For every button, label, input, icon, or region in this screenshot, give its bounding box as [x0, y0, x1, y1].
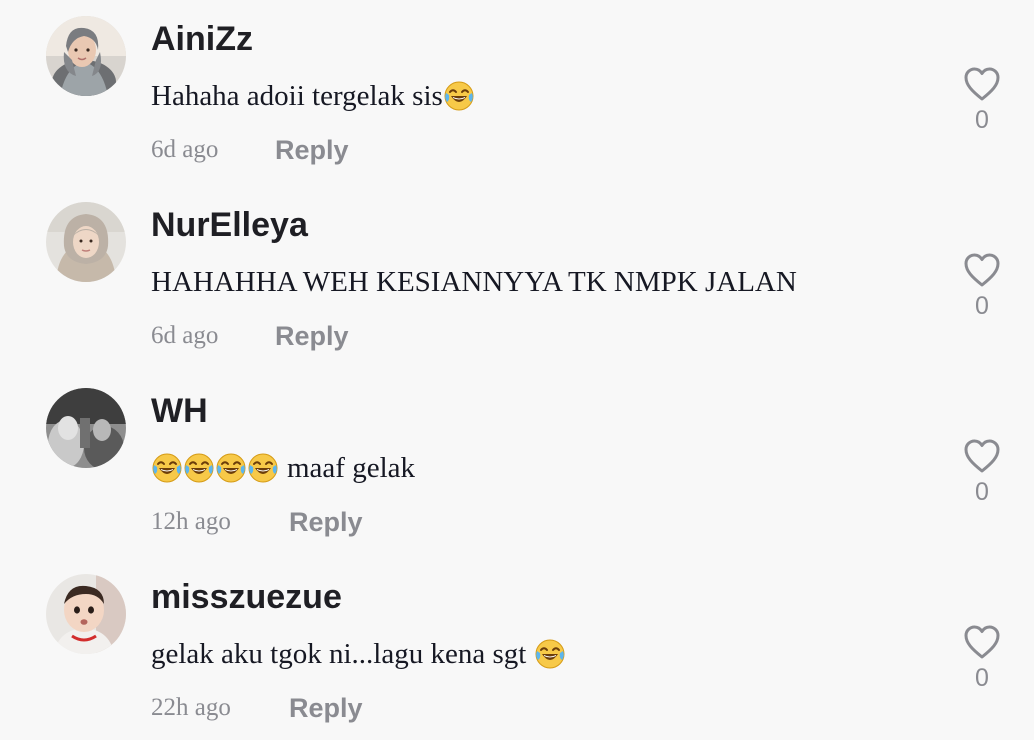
- avatar-nurelleya: [46, 202, 126, 282]
- like-button[interactable]: 0: [960, 252, 1004, 321]
- avatar[interactable]: [46, 388, 126, 468]
- reply-button[interactable]: Reply: [289, 506, 363, 538]
- comment-item: WH maaf gelak 12h ago Reply 0: [0, 372, 1034, 558]
- avatar-aini: [46, 16, 126, 96]
- comment-text-body: HAHAHHA WEH KESIANNYYA TK NMPK JALAN: [151, 266, 797, 298]
- comment-item: NurElleya HAHAHHA WEH KESIANNYYA TK NMPK…: [0, 186, 1034, 372]
- username[interactable]: AiniZz: [151, 19, 253, 59]
- face-with-tears-of-joy-icon: [247, 452, 279, 484]
- avatar-misszuezue: [46, 574, 126, 654]
- like-count: 0: [975, 478, 989, 506]
- face-with-tears-of-joy-icon: [534, 638, 566, 670]
- comment-text: HAHAHHA WEH KESIANNYYA TK NMPK JALAN: [151, 263, 797, 301]
- like-count: 0: [975, 664, 989, 692]
- avatar[interactable]: [46, 16, 126, 96]
- username[interactable]: WH: [151, 391, 208, 431]
- comment-timestamp: 6d ago: [151, 136, 219, 163]
- reply-button[interactable]: Reply: [275, 134, 349, 166]
- avatar[interactable]: [46, 202, 126, 282]
- comment-text-body: Hahaha adoii tergelak sis: [151, 80, 443, 112]
- username[interactable]: NurElleya: [151, 205, 308, 245]
- reply-button[interactable]: Reply: [289, 692, 363, 724]
- reply-button[interactable]: Reply: [275, 320, 349, 352]
- comment-timestamp: 22h ago: [151, 694, 231, 721]
- face-with-tears-of-joy-icon: [443, 80, 475, 112]
- comment-text: gelak aku tgok ni...lagu kena sgt: [151, 635, 566, 673]
- comment-item: misszuezue gelak aku tgok ni...lagu kena…: [0, 558, 1034, 740]
- comment-item: AiniZz Hahaha adoii tergelak sis 6d ago …: [0, 0, 1034, 186]
- heart-outline-icon: [963, 66, 1001, 102]
- comment-timestamp: 12h ago: [151, 508, 231, 535]
- like-button[interactable]: 0: [960, 624, 1004, 693]
- like-count: 0: [975, 292, 989, 320]
- face-with-tears-of-joy-icon: [151, 452, 183, 484]
- comment-text-body: maaf gelak: [287, 452, 416, 484]
- comment-text: Hahaha adoii tergelak sis: [151, 77, 475, 115]
- comment-text: maaf gelak: [151, 449, 415, 487]
- face-with-tears-of-joy-icon: [215, 452, 247, 484]
- like-button[interactable]: 0: [960, 66, 1004, 135]
- comment-timestamp: 6d ago: [151, 322, 219, 349]
- like-count: 0: [975, 106, 989, 134]
- avatar[interactable]: [46, 574, 126, 654]
- comment-text-body: gelak aku tgok ni...lagu kena sgt: [151, 638, 527, 670]
- avatar-wh: [46, 388, 126, 468]
- heart-outline-icon: [963, 624, 1001, 660]
- heart-outline-icon: [963, 252, 1001, 288]
- like-button[interactable]: 0: [960, 438, 1004, 507]
- face-with-tears-of-joy-icon: [183, 452, 215, 484]
- username[interactable]: misszuezue: [151, 577, 342, 617]
- heart-outline-icon: [963, 438, 1001, 474]
